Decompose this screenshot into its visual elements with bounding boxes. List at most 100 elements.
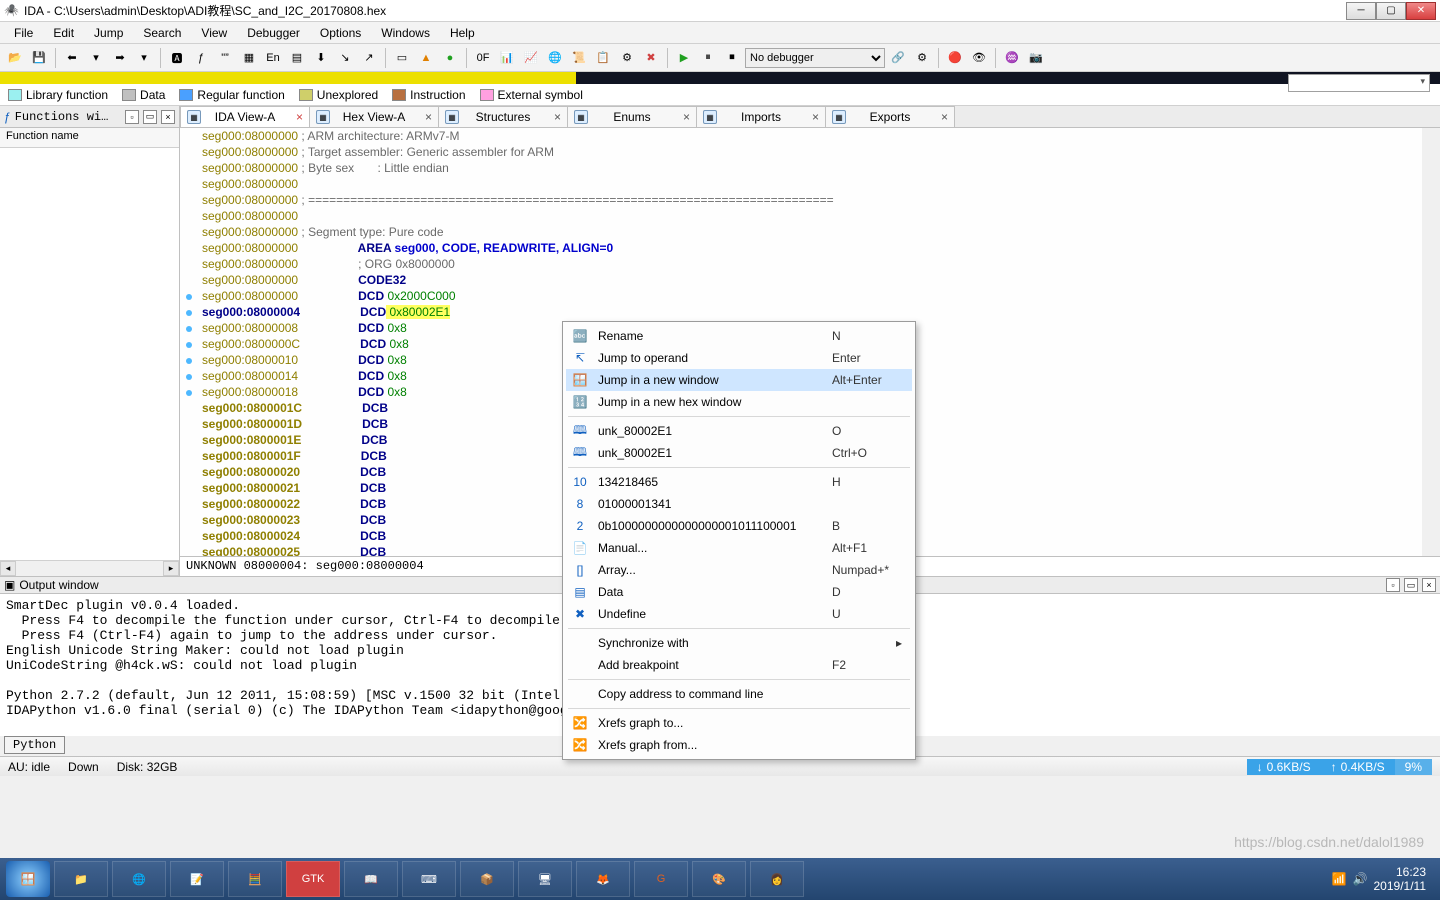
output-close-icon[interactable]: × (1422, 578, 1436, 592)
breakpoints-icon[interactable]: 🔴 (944, 47, 966, 69)
enums-icon[interactable]: En (262, 47, 284, 69)
functions-list[interactable] (0, 148, 179, 560)
ctx-jump-in-a-new-window[interactable]: 🪟Jump in a new windowAlt+Enter (566, 369, 912, 391)
ctx-undefine[interactable]: ✖UndefineU (566, 603, 912, 625)
menu-file[interactable]: File (4, 24, 43, 42)
browser-icon[interactable]: 🌐 (544, 47, 566, 69)
xref-from-icon[interactable]: ↗ (358, 47, 380, 69)
output-float-icon[interactable]: ▭ (1404, 578, 1418, 592)
ctx-0b1000000000000000001011100001[interactable]: 20b1000000000000000001011100001B (566, 515, 912, 537)
stop-icon[interactable]: ⏹ (721, 47, 743, 69)
watch-icon[interactable]: 👁 (968, 47, 990, 69)
tb-foxit[interactable]: 🦊 (576, 861, 630, 897)
tab-close-icon[interactable]: × (425, 110, 432, 124)
disasm-line[interactable]: seg000:08000000 CODE32 (180, 272, 1422, 288)
tray-net-icon[interactable]: 📶 (1332, 872, 1347, 886)
functions-panel-header[interactable]: ƒ Functions wi… ▫ ▭ × (0, 106, 179, 128)
disasm-line[interactable]: seg000:08000004 DCD 0x80002E1 (180, 304, 1422, 320)
disasm-line[interactable]: seg000:08000000 DCD 0x2000C000 (180, 288, 1422, 304)
tab-close-icon[interactable]: × (554, 110, 561, 124)
functions-icon[interactable]: ƒ (190, 47, 212, 69)
back-more-icon[interactable]: ▾ (85, 47, 107, 69)
menu-windows[interactable]: Windows (371, 24, 440, 42)
strings-icon[interactable]: "” (214, 47, 236, 69)
disasm-line[interactable]: seg000:08000000 ; Target assembler: Gene… (180, 144, 1422, 160)
debugger-select[interactable]: No debugger (745, 48, 885, 68)
menu-jump[interactable]: Jump (84, 24, 133, 42)
tb-terminal[interactable]: ⌨ (402, 861, 456, 897)
options-icon[interactable]: ⚙ (911, 47, 933, 69)
bytes-icon[interactable]: 📊 (496, 47, 518, 69)
disasm-line[interactable]: seg000:08000000 ; Segment type: Pure cod… (180, 224, 1422, 240)
disasm-line[interactable]: seg000:08000000 ; Byte sex : Little endi… (180, 160, 1422, 176)
down-icon[interactable]: ⬇ (310, 47, 332, 69)
menu-search[interactable]: Search (133, 24, 191, 42)
tab-close-icon[interactable]: × (941, 110, 948, 124)
functions-hscroll[interactable]: ◂ ▸ (0, 560, 179, 576)
ctx-copy-address-to-command-line[interactable]: Copy address to command line (566, 683, 912, 705)
overview-band[interactable] (0, 72, 1440, 84)
close-button[interactable]: ✕ (1406, 2, 1436, 20)
tab-close-icon[interactable]: × (296, 110, 303, 124)
back-icon[interactable]: ⬅ (61, 47, 83, 69)
forward-icon[interactable]: ➡ (109, 47, 131, 69)
tb-ida[interactable]: 👩 (750, 861, 804, 897)
tb-book[interactable]: 📖 (344, 861, 398, 897)
overview-dropdown[interactable] (1288, 74, 1430, 92)
record-icon[interactable]: ● (439, 47, 461, 69)
disasm-line[interactable]: seg000:08000000 (180, 176, 1422, 192)
tab-ida-view-a[interactable]: ▦IDA View-A× (180, 106, 310, 127)
ctx-xrefs-graph-from-[interactable]: 🔀Xrefs graph from... (566, 734, 912, 756)
ctx-jump-in-a-new-hex-window[interactable]: 🔢Jump in a new hex window (566, 391, 912, 413)
rect-icon[interactable]: ▭ (391, 47, 413, 69)
play-icon[interactable]: ▶ (673, 47, 695, 69)
tb-gtk[interactable]: GTK (286, 861, 340, 897)
ctx-unk-80002e1[interactable]: 🕮unk_80002E1O (566, 420, 912, 442)
script-icon[interactable]: 📜 (568, 47, 590, 69)
tab-close-icon[interactable]: × (812, 110, 819, 124)
tb-git[interactable]: G (634, 861, 688, 897)
tb-chrome[interactable]: 🌐 (112, 861, 166, 897)
cancel-icon[interactable]: ✖ (640, 47, 662, 69)
disasm-line[interactable]: seg000:08000000 AREA seg000, CODE, READW… (180, 240, 1422, 256)
tray-sound-icon[interactable]: 🔊 (1353, 872, 1368, 886)
save-icon[interactable]: 💾 (28, 47, 50, 69)
disasm-line[interactable]: seg000:08000000 ; ======================… (180, 192, 1422, 208)
tab-exports[interactable]: ▦Exports× (825, 106, 955, 127)
ctx-rename[interactable]: 🔤RenameN (566, 325, 912, 347)
ctx-xrefs-graph-to-[interactable]: 🔀Xrefs graph to... (566, 712, 912, 734)
tb-notepad[interactable]: 📝 (170, 861, 224, 897)
ctx-01000001341[interactable]: 801000001341 (566, 493, 912, 515)
chart-icon[interactable]: 📈 (520, 47, 542, 69)
ctx-array-[interactable]: []Array...Numpad+* (566, 559, 912, 581)
trace-icon[interactable]: ♒ (1001, 47, 1023, 69)
panel-float-icon[interactable]: ▭ (143, 110, 157, 124)
snapshot-icon[interactable]: 📷 (1025, 47, 1047, 69)
system-tray[interactable]: 📶 🔊 16:23 2019/1/11 (1332, 865, 1434, 893)
exec-icon[interactable]: ⚙ (616, 47, 638, 69)
pause-icon[interactable]: ⏸ (697, 47, 719, 69)
start-button[interactable]: 🪟 (6, 861, 50, 897)
ctx-synchronize-with[interactable]: Synchronize with▸ (566, 632, 912, 654)
tab-imports[interactable]: ▦Imports× (696, 106, 826, 127)
tab-close-icon[interactable]: × (683, 110, 690, 124)
clipboard-icon[interactable]: 📋 (592, 47, 614, 69)
menu-debugger[interactable]: Debugger (237, 24, 310, 42)
xref-to-icon[interactable]: ↘ (334, 47, 356, 69)
ctx-add-breakpoint[interactable]: Add breakpointF2 (566, 654, 912, 676)
ctx-data[interactable]: ▤DataD (566, 581, 912, 603)
tab-enums[interactable]: ▦Enums× (567, 106, 697, 127)
tab-hex-view-a[interactable]: ▦Hex View-A× (309, 106, 439, 127)
ctx-jump-to-operand[interactable]: ↸Jump to operandEnter (566, 347, 912, 369)
structs-icon[interactable]: ▦ (238, 47, 260, 69)
minimize-button[interactable]: ─ (1346, 2, 1376, 20)
attach-icon[interactable]: 🔗 (887, 47, 909, 69)
python-tab[interactable]: Python (4, 736, 65, 754)
tb-paint[interactable]: 🎨 (692, 861, 746, 897)
tray-clock[interactable]: 16:23 2019/1/11 (1374, 865, 1427, 893)
names-icon[interactable]: 🅰 (166, 47, 188, 69)
open-icon[interactable]: 📂 (4, 47, 26, 69)
ctx-unk-80002e1[interactable]: 🕮unk_80002E1Ctrl+O (566, 442, 912, 464)
output-restore-icon[interactable]: ▫ (1386, 578, 1400, 592)
functions-column-header[interactable]: Function name (0, 128, 179, 148)
